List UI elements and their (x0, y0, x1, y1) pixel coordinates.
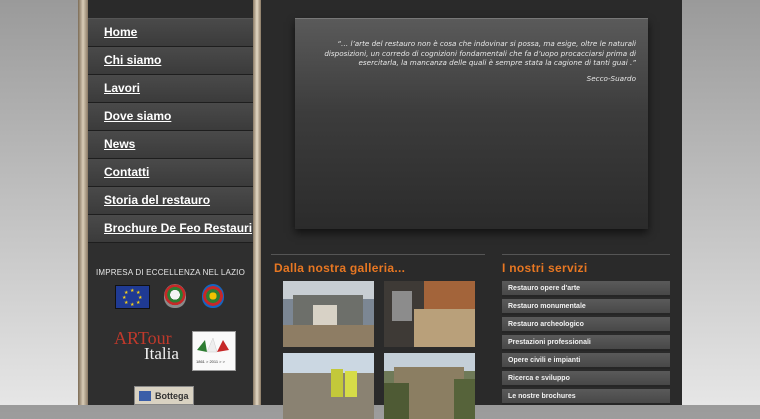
left-border (78, 0, 88, 405)
service-prestazioni-professionali[interactable]: Prestazioni professionali (502, 335, 670, 351)
sidebar: Home Chi siamo Lavori Dove siamo News Co… (88, 0, 253, 405)
nav-item-contatti[interactable]: Contatti (88, 159, 253, 187)
services-divider (502, 254, 670, 255)
service-opere-civili-impianti[interactable]: Opere civili e impianti (502, 353, 670, 369)
logo-row: ★ ★ ★ ★ ★ ★ ★ ★ (88, 284, 253, 310)
nav-item-chi-siamo[interactable]: Chi siamo (88, 47, 253, 75)
artour-italia-logo[interactable]: ARTour Italia (114, 329, 190, 372)
impresa-label: IMPRESA DI ECCELLENZA NEL LAZIO (95, 268, 246, 277)
artour-line2: Italia (144, 344, 179, 363)
quote-panel: “… l’arte del restauro non è cosa che in… (295, 18, 648, 229)
service-restauro-monumentale[interactable]: Restauro monumentale (502, 299, 670, 315)
bottega-icon (139, 391, 151, 401)
service-ricerca-sviluppo[interactable]: Ricerca e sviluppo (502, 371, 670, 387)
nav-item-brochure[interactable]: Brochure De Feo Restauri (88, 215, 253, 243)
lazio-region-emblem-icon[interactable] (202, 284, 224, 308)
services-title: I nostri servizi (502, 261, 588, 275)
gallery-thumb-1[interactable] (283, 281, 374, 347)
sidebar-top (88, 0, 253, 19)
nav-item-news[interactable]: News (88, 131, 253, 159)
italia-150-dates: 1861 > 2011 > > (196, 359, 225, 364)
italia-150-logo[interactable]: 1861 > 2011 > > (192, 331, 236, 371)
italia-150-flag-icon (197, 337, 229, 353)
service-restauro-archeologico[interactable]: Restauro archeologico (502, 317, 670, 333)
quote-text: “… l’arte del restauro non è cosa che in… (324, 39, 636, 67)
column-divider (253, 0, 261, 405)
nav-item-dove-siamo[interactable]: Dove siamo (88, 103, 253, 131)
eu-flag-icon[interactable]: ★ ★ ★ ★ ★ ★ ★ ★ (115, 285, 150, 309)
gallery-thumb-2[interactable] (384, 281, 475, 347)
nav-item-storia-del-restauro[interactable]: Storia del restauro (88, 187, 253, 215)
quote-author: Secco-Suardo (586, 74, 636, 83)
service-restauro-opere-arte[interactable]: Restauro opere d'arte (502, 281, 670, 297)
gallery-thumb-4[interactable] (384, 353, 475, 419)
gallery-divider (271, 254, 485, 255)
italian-republic-emblem-icon[interactable] (164, 284, 186, 308)
bottega-label: Bottega (155, 391, 189, 401)
gallery-title: Dalla nostra galleria... (274, 261, 406, 275)
gallery-thumb-3[interactable] (283, 353, 374, 419)
nav-item-home[interactable]: Home (88, 19, 253, 47)
main-nav: Home Chi siamo Lavori Dove siamo News Co… (88, 19, 253, 243)
bottega-banner[interactable]: Bottega (134, 386, 194, 405)
nav-item-lavori[interactable]: Lavori (88, 75, 253, 103)
service-brochures[interactable]: Le nostre brochures (502, 389, 670, 405)
page: Home Chi siamo Lavori Dove siamo News Co… (78, 0, 682, 419)
